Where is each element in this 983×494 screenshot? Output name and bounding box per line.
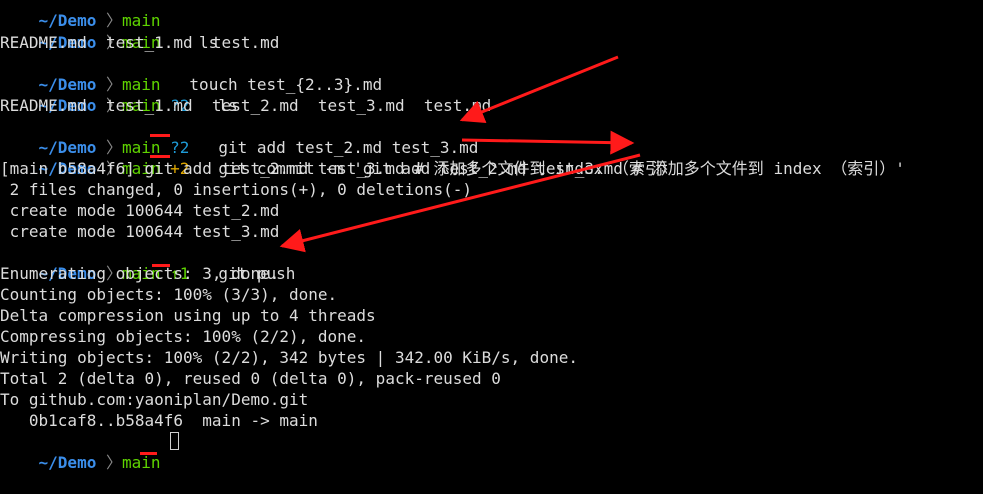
prompt-branch: main [121, 453, 161, 472]
output-line: To github.com:yaoniplan/Demo.git [0, 390, 309, 409]
output-line: Writing objects: 100% (2/2), 342 bytes |… [0, 348, 578, 367]
prompt-line: ~/Demo 〉main ?2 ls [0, 74, 238, 115]
prompt-line: ~/Demo 〉main +2 git commit -m 'git add t… [0, 137, 905, 178]
prompt-line: ~/Demo 〉main ls [0, 11, 219, 52]
output-line: Compressing objects: 100% (2/2), done. [0, 327, 367, 346]
prompt-line: ~/Demo 〉main [0, 431, 161, 472]
output-line: Delta compression using up to 4 threads [0, 306, 376, 325]
prompt-separator-icon: 〉 [105, 453, 122, 472]
output-line: 2 files changed, 0 insertions(+), 0 dele… [0, 180, 473, 199]
prompt-line: ~/Demo 〉main ?2 git add test_2.md test_3… [0, 116, 479, 157]
output-line: Total 2 (delta 0), reused 0 (delta 0), p… [0, 369, 501, 388]
output-line: Enumerating objects: 3, done. [0, 264, 280, 283]
terminal-window[interactable]: ~/Demo 〉main ~/Demo 〉main ls README.md t… [0, 0, 983, 472]
output-line: 0b1caf8..b58a4f6 main -> main [0, 411, 318, 430]
output-line: README.md test_1.md test_2.md test_3.md … [0, 96, 492, 115]
prompt-line: ~/Demo 〉main touch test_{2..3}.md [0, 53, 383, 94]
output-line: create mode 100644 test_2.md [0, 201, 280, 220]
output-line: [main b58a4f6] git add test_2.md test_3.… [0, 159, 677, 178]
prompt-line: ~/Demo 〉main [0, 0, 161, 30]
output-line: Counting objects: 100% (3/3), done. [0, 285, 338, 304]
output-line: create mode 100644 test_3.md [0, 222, 280, 241]
terminal-cursor[interactable] [170, 432, 179, 450]
prompt-line: ~/Demo 〉main ↑1 git push [0, 242, 296, 283]
output-line: README.md test_1.md test.md [0, 33, 280, 52]
prompt-dir: ~/Demo [38, 453, 97, 472]
